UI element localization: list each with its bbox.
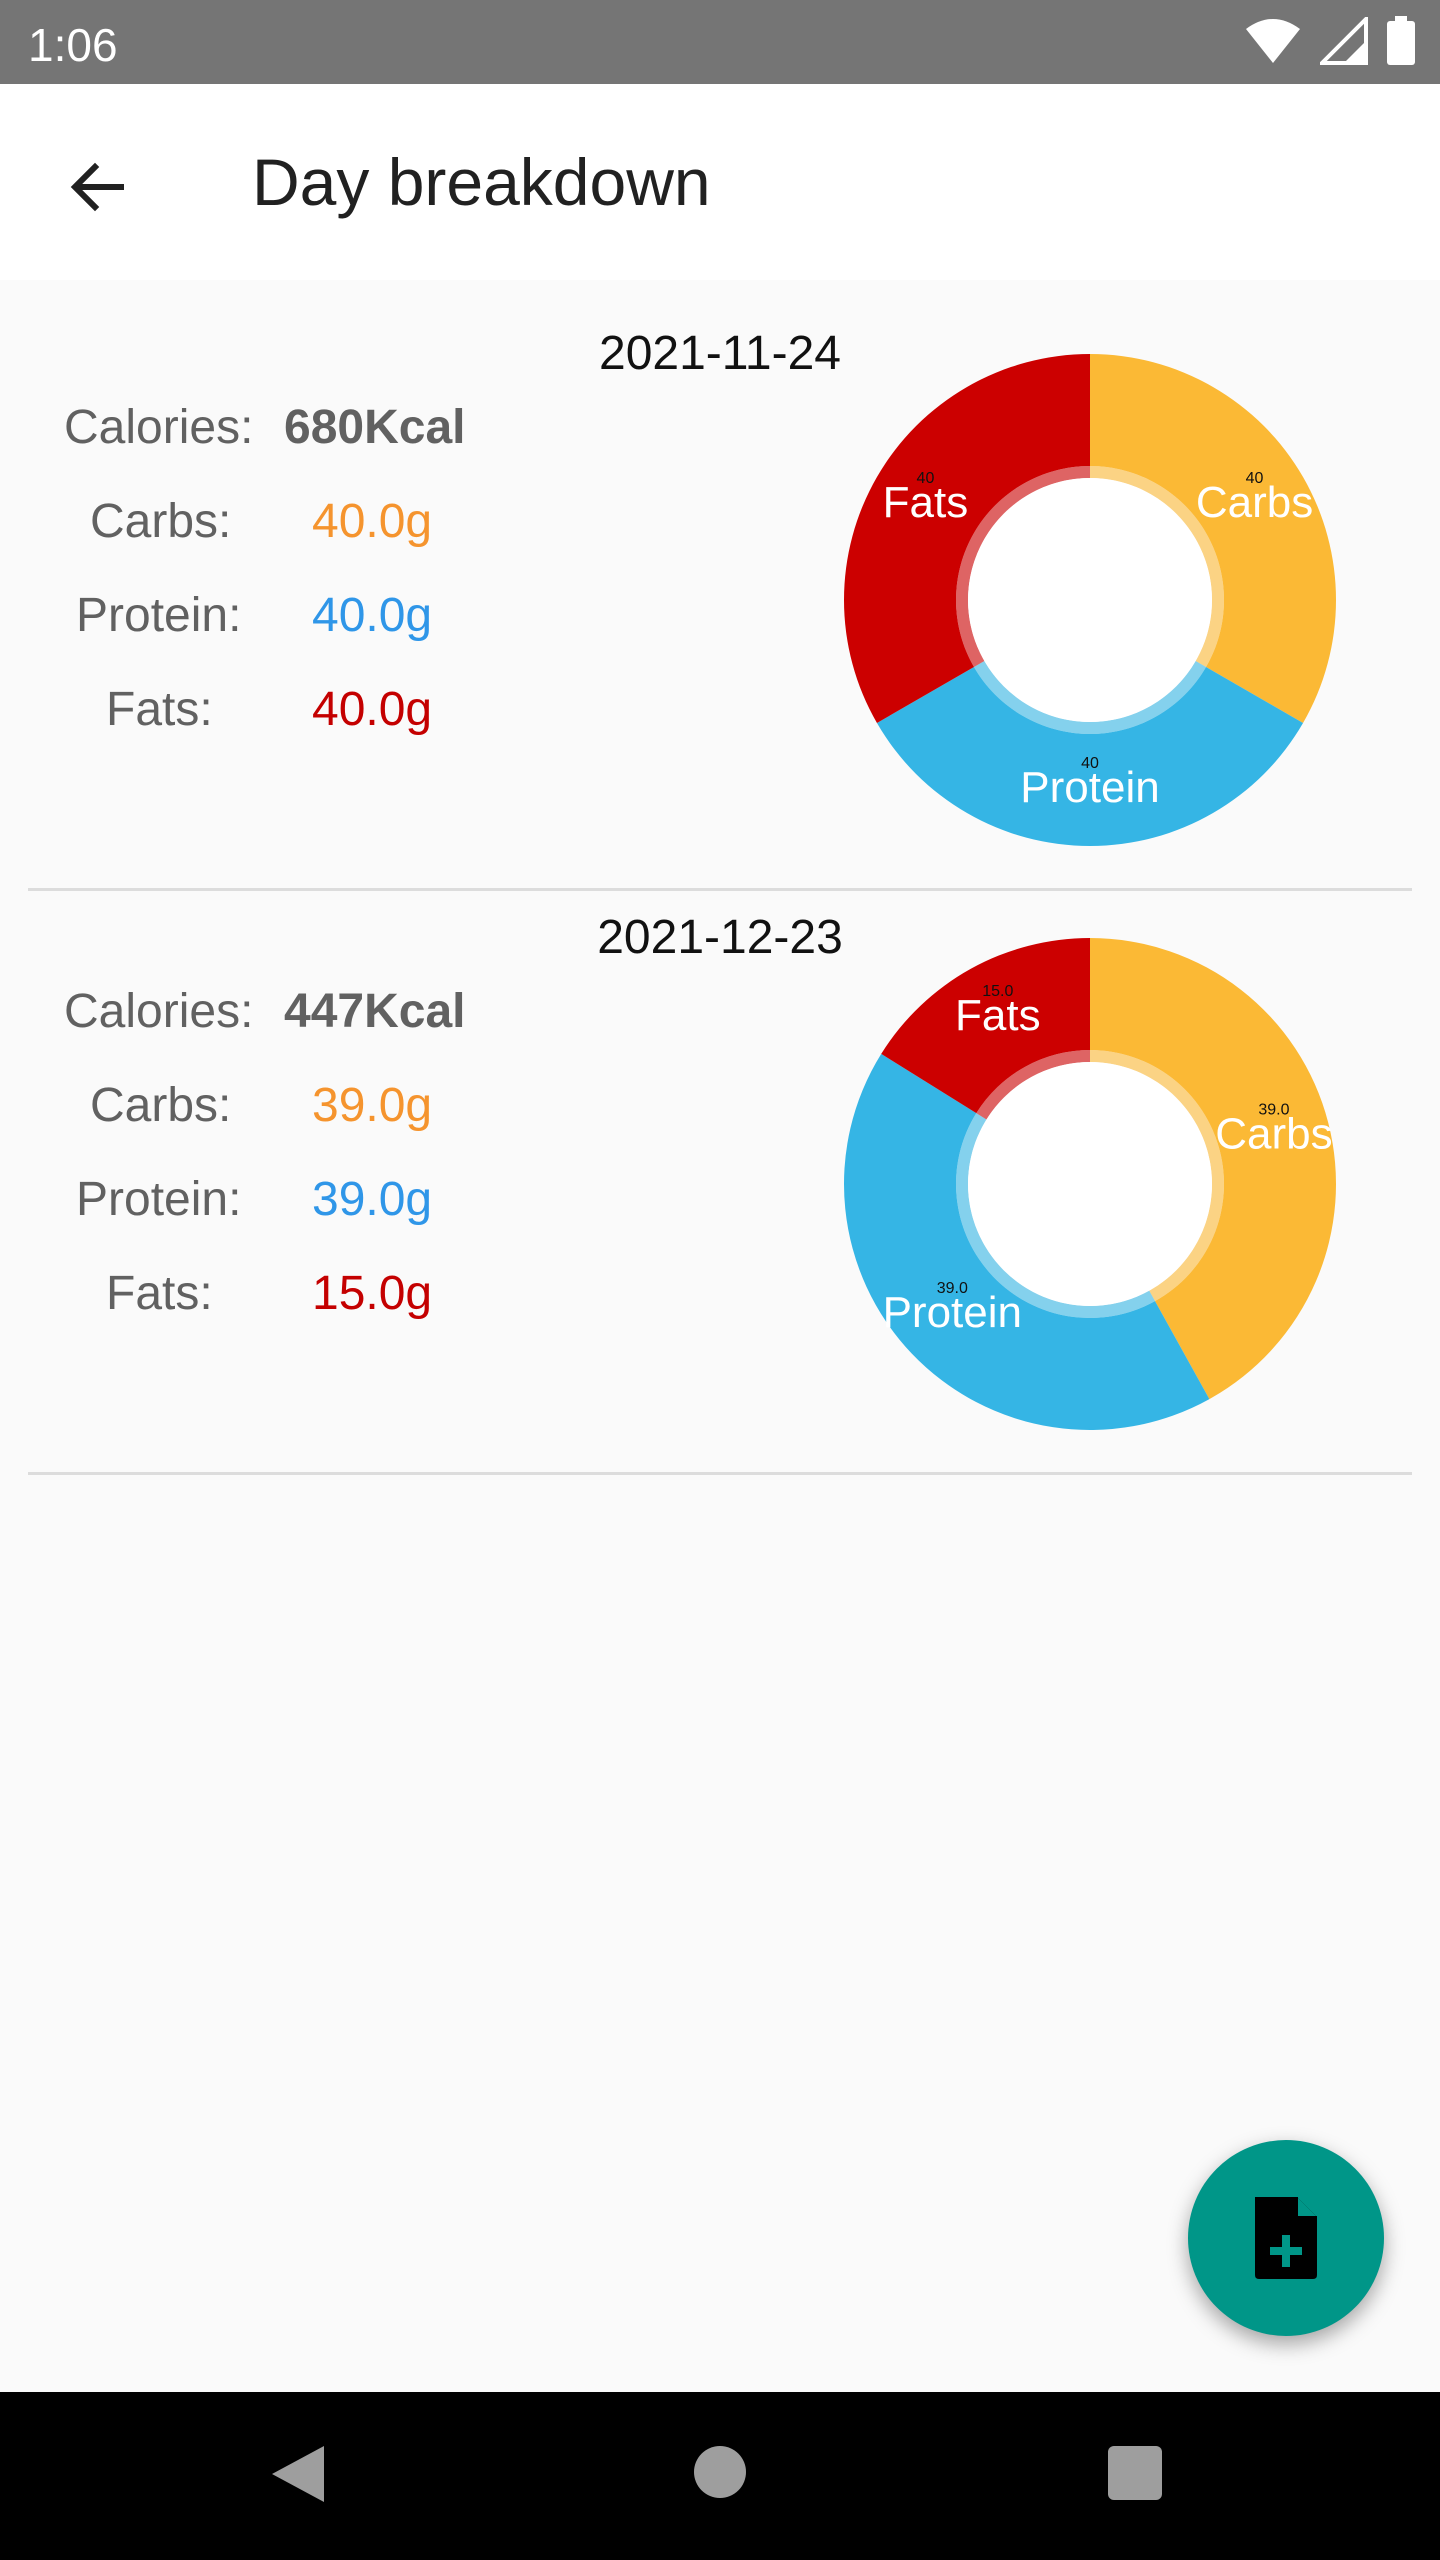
slice-name-label: Carbs: [1196, 478, 1313, 527]
protein-value: 40.0g: [312, 589, 433, 642]
donut-hole: [968, 478, 1212, 722]
add-document-icon: [1255, 2197, 1317, 2279]
battery-icon: [1387, 16, 1415, 65]
arrow-back-icon: [70, 162, 124, 212]
fats-value: 40.0g: [312, 683, 433, 736]
fats-value: 15.0g: [312, 1267, 433, 1320]
divider: [28, 1472, 1412, 1475]
protein-label: Protein:: [76, 589, 242, 642]
carbs-value: 40.0g: [312, 495, 433, 548]
app-bar: Day breakdown: [0, 84, 1440, 280]
calories-value: 680Kcal: [284, 401, 466, 454]
slice-name-label: Protein: [883, 1288, 1022, 1337]
calories-value: 447Kcal: [284, 985, 466, 1038]
page-title: Day breakdown: [252, 145, 711, 219]
status-icons: [1244, 16, 1416, 66]
fats-label: Fats:: [106, 683, 213, 736]
back-button[interactable]: [52, 142, 142, 232]
status-bar: 1:06: [0, 0, 1440, 84]
protein-label: Protein:: [76, 1173, 242, 1226]
day-card[interactable]: 2021-12-23 Calories: 447Kcal Carbs: 39.0…: [0, 864, 1440, 1448]
calories-label: Calories:: [64, 985, 254, 1038]
wifi-icon: [1246, 19, 1300, 63]
nav-back-icon[interactable]: [270, 2444, 326, 2504]
protein-value: 39.0g: [312, 1173, 433, 1226]
nav-recent-icon[interactable]: [1108, 2446, 1162, 2500]
nav-home-icon[interactable]: [694, 2446, 746, 2498]
slice-name-label: Protein: [1020, 763, 1159, 812]
carbs-value: 39.0g: [312, 1079, 433, 1132]
day-card[interactable]: 2021-11-24 Calories: 680Kcal Carbs: 40.0…: [0, 280, 1440, 864]
slice-name-label: Fats: [955, 991, 1041, 1040]
carbs-label: Carbs:: [90, 1079, 232, 1132]
macro-donut-chart: 39.0Carbs39.0Protein15.0Fats: [844, 938, 1336, 1430]
calories-label: Calories:: [64, 401, 254, 454]
signal-icon: [1320, 17, 1368, 65]
macro-donut-chart: 40Carbs40Protein40Fats: [844, 354, 1336, 846]
slice-name-label: Fats: [883, 478, 969, 527]
donut-hole: [968, 1062, 1212, 1306]
add-entry-button[interactable]: [1188, 2140, 1384, 2336]
slice-name-label: Carbs: [1215, 1109, 1332, 1158]
fats-label: Fats:: [106, 1267, 213, 1320]
status-time: 1:06: [28, 19, 118, 71]
system-nav-bar: [0, 2392, 1440, 2560]
carbs-label: Carbs:: [90, 495, 232, 548]
